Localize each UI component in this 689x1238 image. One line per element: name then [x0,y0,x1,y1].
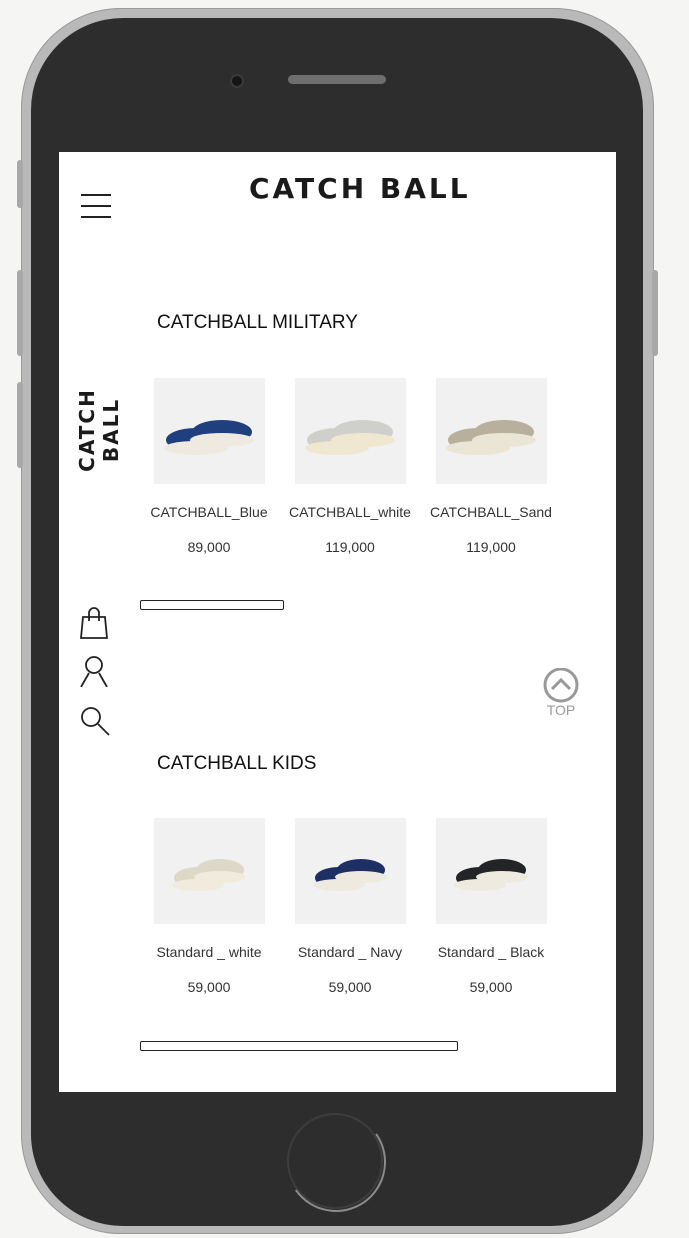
app-screen: CATCH BALL CATCH BALL CATCHBALL MILITARY… [59,152,616,1092]
power-button [652,270,658,356]
product-price: 89,000 [187,539,231,555]
scroll-top-button[interactable]: TOP [541,667,581,718]
product-image[interactable] [154,818,265,924]
header-logo[interactable]: CATCH BALL [249,172,471,205]
shopping-bag-icon[interactable] [79,607,111,639]
carousel-scrollbar[interactable] [140,600,284,610]
product-image[interactable] [436,378,547,484]
volume-down-button [17,382,23,468]
product-price: 59,000 [328,979,372,995]
product-name[interactable]: CATCHBALL_white [270,504,430,520]
carousel-scrollbar[interactable] [140,1041,458,1051]
section-title-military: CATCHBALL MILITARY [157,312,358,333]
top-label: TOP [546,702,576,718]
product-image[interactable] [295,818,406,924]
product-image[interactable] [154,378,265,484]
product-name[interactable]: Standard _ white [129,944,289,960]
chevron-up-icon [543,667,579,703]
user-icon[interactable] [79,655,111,688]
section-title-kids: CATCHBALL KIDS [157,753,317,774]
side-logo: CATCH BALL [75,388,123,472]
product-name[interactable]: Standard _ Navy [270,944,430,960]
product-image[interactable] [436,818,547,924]
product-price: 59,000 [187,979,231,995]
product-name[interactable]: Standard _ Black [411,944,571,960]
search-icon[interactable] [79,705,111,737]
product-name[interactable]: CATCHBALL_Sand [411,504,571,520]
product-price: 119,000 [466,539,516,555]
product-price: 59,000 [469,979,513,995]
product-price: 119,000 [325,539,375,555]
volume-up-button [17,270,23,356]
product-image[interactable] [295,378,406,484]
earpiece-speaker [288,75,386,84]
mute-switch [17,160,23,208]
product-name[interactable]: CATCHBALL_Blue [129,504,289,520]
hamburger-menu-icon[interactable] [81,194,111,220]
front-camera [232,76,242,86]
